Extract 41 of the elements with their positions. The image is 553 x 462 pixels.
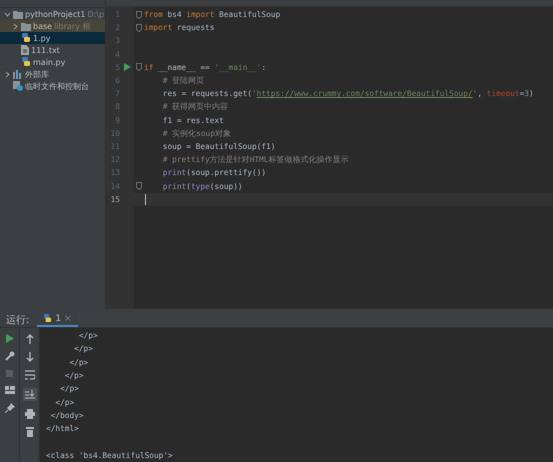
run-panel-label: 运行:: [5, 314, 30, 327]
wrench-icon[interactable]: [4, 351, 14, 362]
chevron-right-icon[interactable]: [12, 22, 19, 30]
python-file-icon: [21, 57, 31, 67]
scratch-file-icon: [13, 81, 23, 91]
layout-icon[interactable]: [4, 386, 14, 396]
tree-item[interactable]: pythonProject1 D:\p: [0, 8, 105, 20]
fold-icon[interactable]: [136, 24, 142, 32]
tree-label: 外部库: [25, 68, 49, 80]
soft-wrap-icon[interactable]: [24, 370, 34, 380]
run-icon[interactable]: [5, 334, 14, 344]
run-icon[interactable]: [124, 63, 130, 72]
chevron-right-icon[interactable]: [4, 70, 11, 78]
path-hint: D:\p: [87, 10, 104, 18]
tree-item[interactable]: 1.py: [0, 32, 105, 44]
python-file-icon: [21, 33, 31, 43]
trash-icon[interactable]: [26, 427, 34, 438]
tree-item[interactable]: main.py: [0, 56, 105, 68]
tree-item[interactable]: 临时文件和控制台: [0, 80, 105, 92]
tree-label: 临时文件和控制台: [25, 80, 89, 92]
tree-label: base: [33, 22, 52, 30]
tree-label: 111.txt: [31, 46, 60, 54]
fold-icon[interactable]: [136, 182, 142, 190]
tree-label: 1.py: [33, 34, 50, 42]
tree-label: pythonProject1: [25, 10, 86, 18]
arrow-up-icon[interactable]: [26, 334, 34, 344]
bar-chart-icon: [13, 70, 23, 78]
tree-item[interactable]: base library 根: [0, 20, 105, 32]
text-caret: [145, 194, 146, 205]
tree-label: main.py: [33, 58, 66, 66]
tree-item[interactable]: 外部库: [0, 68, 105, 80]
text-file-icon: [21, 45, 29, 55]
chevron-down-icon[interactable]: [4, 10, 11, 18]
arrow-down-icon[interactable]: [26, 352, 34, 362]
fold-icon[interactable]: [136, 10, 142, 19]
library-hint: library 根: [54, 20, 90, 32]
fold-icon[interactable]: [136, 63, 142, 72]
pin-icon[interactable]: [4, 403, 14, 414]
python-icon: [43, 314, 52, 324]
scroll-to-end-icon[interactable]: [22, 388, 36, 402]
tree-item[interactable]: 111.txt: [0, 44, 105, 56]
